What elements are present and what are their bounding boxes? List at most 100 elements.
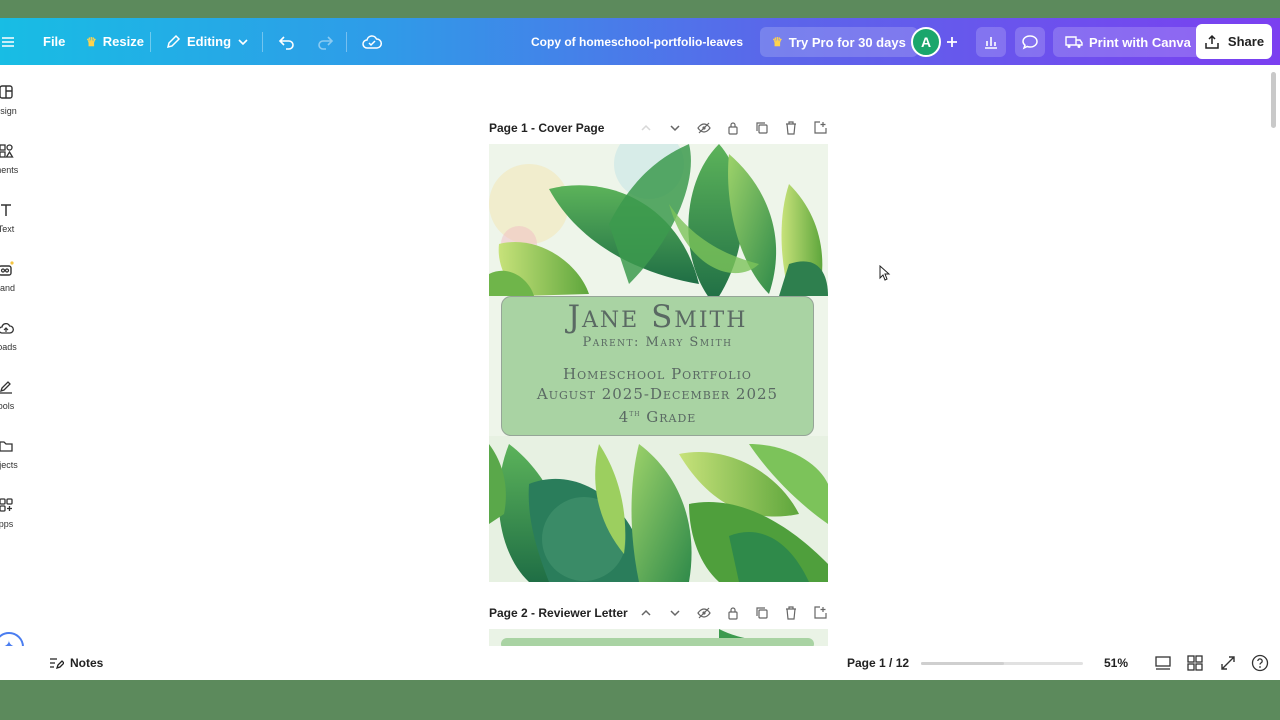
truck-icon [1065, 36, 1083, 48]
menu-icon[interactable] [2, 18, 14, 65]
apps-icon [0, 498, 13, 512]
editing-mode-dropdown[interactable]: Editing [165, 18, 249, 65]
grid-icon [1187, 655, 1203, 671]
chevron-down-icon [238, 38, 248, 45]
chevron-up-icon[interactable] [637, 119, 655, 137]
vertical-scrollbar[interactable] [1271, 72, 1276, 128]
lock-icon[interactable] [724, 604, 742, 622]
sidebar-item-label: ments [0, 165, 19, 175]
date-range[interactable]: August 2025-December 2025 [502, 384, 813, 404]
page-title[interactable]: Page 1 - Cover Page [489, 121, 637, 135]
sidebar-item-uploads[interactable]: loads [0, 320, 26, 352]
document-title[interactable]: Copy of homeschool-portfolio-leaves [531, 18, 743, 65]
try-pro-button[interactable]: ♛ Try Pro for 30 days [760, 27, 918, 57]
print-with-canva-button[interactable]: Print with Canva [1053, 27, 1203, 57]
plus-icon [947, 36, 957, 47]
add-page-icon[interactable] [811, 119, 829, 137]
sidebar-item-label: esign [0, 106, 17, 116]
zoom-slider-fill [921, 662, 1004, 665]
sidebar-item-label: Text [0, 224, 15, 234]
print-label: Print with Canva [1089, 34, 1191, 50]
sidebar-item-elements[interactable]: ments [0, 143, 26, 175]
help-icon [1251, 654, 1269, 672]
duplicate-icon[interactable] [753, 119, 771, 137]
brand-icon [0, 261, 14, 276]
grade-level[interactable]: 4th Grade [502, 404, 813, 427]
cover-page-canvas[interactable]: Jane Smith Parent: Mary Smith Homeschool… [489, 144, 828, 582]
sidebar-item-apps[interactable]: pps [0, 497, 26, 529]
add-collaborator-button[interactable] [945, 18, 959, 65]
crown-icon: ♛ [86, 34, 97, 49]
editor-window: File ♛ Resize Editing Copy of homeschool… [0, 18, 1280, 680]
page-title[interactable]: Page 2 - Reviewer Letter [489, 606, 637, 620]
grade-number: 4 [618, 408, 630, 426]
elements-icon [0, 144, 14, 158]
notes-button[interactable]: Notes [48, 646, 103, 680]
grid-view-button[interactable] [1186, 654, 1204, 672]
comments-button[interactable] [1015, 27, 1045, 57]
resize-label: Resize [102, 34, 144, 49]
cloud-save-button[interactable] [362, 18, 382, 65]
page-view-button[interactable] [1154, 654, 1172, 672]
undo-icon [278, 35, 294, 50]
help-button[interactable] [1251, 654, 1269, 672]
hide-page-icon[interactable] [695, 604, 713, 622]
zoom-label: 51% [1104, 656, 1129, 670]
grade-word: Grade [646, 408, 697, 426]
redo-button[interactable] [316, 18, 334, 65]
chevron-down-icon[interactable] [666, 119, 684, 137]
page-header: Page 1 - Cover Page [489, 116, 829, 140]
lock-icon[interactable] [724, 119, 742, 137]
cloud-check-icon [362, 34, 382, 49]
avatar[interactable]: A [911, 27, 941, 57]
zoom-level[interactable]: 51% [1104, 646, 1128, 680]
divider [150, 32, 151, 52]
trash-icon[interactable] [782, 119, 800, 137]
bar-chart-icon [985, 37, 997, 49]
upload-cloud-icon [0, 322, 14, 334]
chevron-down-icon[interactable] [666, 604, 684, 622]
page-count-label: Page 1 / 12 [847, 656, 910, 670]
chevron-up-icon[interactable] [637, 604, 655, 622]
insights-button[interactable] [976, 27, 1006, 57]
cover-title-box[interactable]: Jane Smith Parent: Mary Smith Homeschool… [501, 296, 814, 436]
duplicate-icon[interactable] [753, 604, 771, 622]
divider [262, 32, 263, 52]
page-count[interactable]: Page 1 / 12 [847, 646, 909, 680]
undo-button[interactable] [278, 18, 296, 65]
add-page-icon[interactable] [811, 604, 829, 622]
mouse-cursor-icon [879, 264, 891, 286]
sidebar-item-label: rand [0, 283, 15, 293]
sidebar-item-design[interactable]: esign [0, 84, 26, 116]
sidebar-item-projects[interactable]: ojects [0, 438, 26, 470]
resize-button[interactable]: ♛ Resize [86, 18, 144, 65]
trash-icon[interactable] [782, 604, 800, 622]
comment-icon [1022, 35, 1038, 50]
hide-page-icon[interactable] [695, 119, 713, 137]
crown-icon: ♛ [772, 35, 783, 49]
redo-icon [318, 35, 334, 50]
sidebar-item-label: loads [0, 342, 17, 352]
sidebar-item-brand[interactable]: rand [0, 261, 26, 293]
avatar-initial: A [920, 34, 932, 50]
divider [346, 32, 347, 52]
folder-icon [0, 441, 13, 452]
try-pro-label: Try Pro for 30 days [788, 34, 906, 50]
portfolio-title[interactable]: Homeschool Portfolio [502, 364, 813, 384]
zoom-slider[interactable] [921, 662, 1083, 665]
file-label: File [43, 34, 66, 49]
share-button[interactable]: Share [1196, 24, 1272, 59]
expand-icon [1221, 656, 1235, 670]
parent-name[interactable]: Parent: Mary Smith [502, 335, 813, 350]
draw-icon [0, 381, 12, 394]
top-toolbar: File ♛ Resize Editing Copy of homeschool… [0, 18, 1280, 65]
fullscreen-button[interactable] [1219, 654, 1237, 672]
bottom-status-bar: Notes Page 1 / 12 51% [0, 646, 1280, 680]
file-menu[interactable]: File [43, 18, 65, 65]
upload-icon [1205, 34, 1219, 49]
sidebar-item-tools[interactable]: ools [0, 379, 26, 411]
student-name[interactable]: Jane Smith [502, 299, 813, 335]
layout-icon [0, 85, 13, 99]
sidebar-item-text[interactable]: Text [0, 202, 26, 234]
